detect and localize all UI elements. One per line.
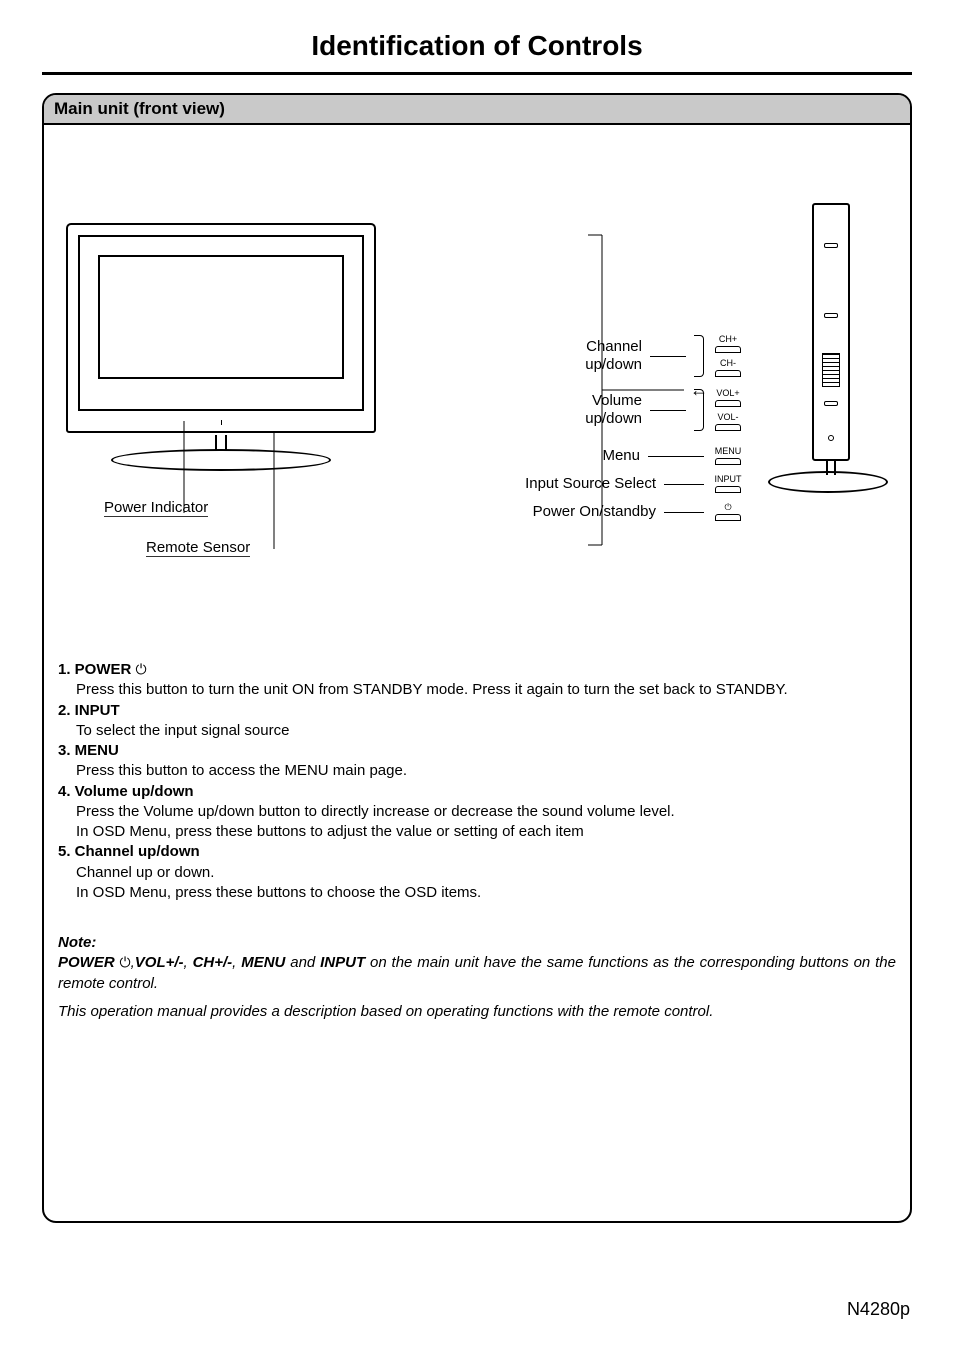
item-2: 2. INPUT To select the input signal sour… <box>58 701 896 742</box>
btn-ch-minus-label: CH- <box>712 359 744 368</box>
power-button <box>715 514 741 521</box>
main-panel: Main unit (front view) Power Indicator R… <box>42 93 912 1223</box>
callout-volume: Volume up/down <box>585 392 642 428</box>
btn-vol-plus-label: VOL+ <box>712 389 744 398</box>
arrow-icon: ← <box>690 380 708 401</box>
btn-ch-plus-label: CH+ <box>712 335 744 344</box>
menu-button <box>715 458 741 465</box>
label-remote-sensor: Remote Sensor <box>146 539 250 556</box>
tv-bezel <box>66 223 376 433</box>
item-3: 3. MENU Press this button to access the … <box>58 741 896 782</box>
item-5: 5. Channel up/down Channel up or down. I… <box>58 842 896 903</box>
panel-header: Main unit (front view) <box>44 95 910 125</box>
btn-input-label: INPUT <box>712 475 744 484</box>
note-line-1: POWER ,VOL+/-, CH+/-, MENU and INPUT on … <box>58 953 896 994</box>
vol-plus-button <box>715 400 741 407</box>
model-number: N4280p <box>847 1299 910 1320</box>
btn-power-label: ⏻ <box>712 503 744 512</box>
power-icon <box>136 661 147 678</box>
btn-vol-minus-label: VOL- <box>712 413 744 422</box>
ch-plus-button <box>715 346 741 353</box>
power-icon <box>120 954 131 971</box>
input-button <box>715 486 741 493</box>
callout-menu: Menu <box>602 447 640 465</box>
callout-power: Power On/standby <box>533 503 656 521</box>
tv-side-diagram <box>782 203 872 523</box>
vol-minus-button <box>715 424 741 431</box>
item-1: 1. POWER Press this button to turn the u… <box>58 660 896 701</box>
note-label: Note: <box>58 933 896 953</box>
callout-channel: Channel up/down <box>585 338 642 374</box>
page-title: Identification of Controls <box>42 30 912 75</box>
note-line-2: This operation manual provides a descrip… <box>58 1002 896 1022</box>
label-power-indicator: Power Indicator <box>104 499 208 516</box>
ch-minus-button <box>715 370 741 377</box>
item-4: 4. Volume up/down Press the Volume up/do… <box>58 782 896 843</box>
description-block: 1. POWER Press this button to turn the u… <box>58 660 896 1022</box>
tv-front-diagram <box>66 223 376 503</box>
btn-menu-label: MENU <box>712 447 744 456</box>
diagram-area: Power Indicator Remote Sensor Channel up… <box>44 125 910 585</box>
callout-input: Input Source Select <box>525 475 656 493</box>
